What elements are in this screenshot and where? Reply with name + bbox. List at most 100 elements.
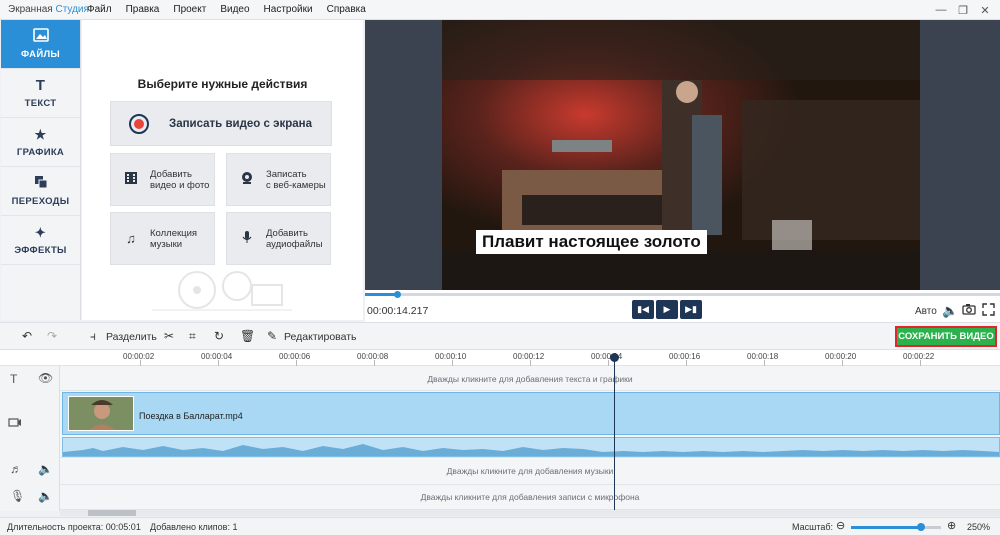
zoom-in-icon[interactable]: ⊕ [947,519,956,532]
close-icon[interactable]: ✕ [974,4,996,17]
zoom-value: 250% [967,522,991,532]
text-lane[interactable]: Дважды кликните для добавления текста и … [60,366,1000,391]
add-video-label: Добавить видео и фото [150,168,210,191]
webcam-icon [236,171,258,188]
zoom-slider[interactable] [851,523,941,531]
camera-icon[interactable] [962,303,976,318]
app-title: Экранная Студия [0,4,89,15]
zoom-out-icon[interactable]: ⊖ [836,519,845,532]
film-reel-decoration-icon [152,271,292,311]
project-duration: Длительность проекта: 00:05:01 [7,522,141,532]
time-ruler[interactable]: 00:00:02 00:00:04 00:00:06 00:00:08 00:0… [0,350,1000,366]
rotate-icon[interactable]: ↻ [214,329,224,343]
menu-video[interactable]: Видео [213,4,256,15]
cut-icon[interactable]: ✂ [164,329,174,343]
delete-icon[interactable]: 🗑 [240,329,255,343]
quality-selector[interactable]: Авто [915,306,937,317]
transitions-icon [34,175,48,192]
app-title-main: Экранная [8,4,56,15]
play-button[interactable]: ▶ [656,300,678,319]
music-collection-label: Коллекция музыки [150,227,198,250]
menu-settings[interactable]: Настройки [257,4,320,15]
sidebar-item-label: ПЕРЕХОДЫ [11,196,70,207]
edit-icon[interactable]: ✎ [267,329,277,343]
ruler-tick-label: 00:00:08 [357,352,389,361]
record-webcam-button[interactable]: Записать с веб-камеры [226,153,331,206]
sidebar-item-graphics[interactable]: ★ ГРАФИКА [1,118,80,167]
text-lane-hint: Дважды кликните для добавления текста и … [427,374,633,384]
sidebar-item-label: ФАЙЛЫ [20,49,61,60]
progress-track[interactable] [365,293,1000,296]
window-controls: — ❐ ✕ [930,0,996,20]
redo-icon[interactable]: ↷ [47,329,57,343]
text-track-icon: T [10,372,18,386]
ruler-tick-label: 00:00:20 [825,352,857,361]
add-audio-button[interactable]: Добавить аудиофайлы [226,212,331,265]
fullscreen-icon[interactable] [982,303,995,319]
status-bar: Длительность проекта: 00:05:01 Добавлено… [0,517,1000,535]
music-list-icon: ♫ [126,231,136,246]
title-bar: Экранная Студия Файл Правка Проект Видео… [0,0,1000,20]
track-headers: T 👁 ♬ 🔈 🎙 🔈 [0,366,60,511]
video-clip[interactable]: Поездка в Балларат.mp4 [62,392,1000,435]
playhead[interactable] [614,355,615,511]
progress-fill [365,293,397,296]
star-icon: ★ [34,126,47,142]
previous-frame-button[interactable]: ▮◀ [632,300,654,319]
clip-thumbnail [68,396,134,431]
sidebar: ФАЙЛЫ T ТЕКСТ ★ ГРАФИКА ПЕРЕХОДЫ ✦ ЭФФЕК… [1,20,81,320]
image-icon [32,28,49,45]
audio-waveform[interactable] [62,437,1000,457]
timeline-scrollbar[interactable] [60,510,1000,516]
next-frame-button[interactable]: ▶▮ [680,300,702,319]
progress-handle[interactable] [394,291,401,298]
video-frame[interactable]: Плавит настоящее золото [442,20,920,290]
sidebar-item-label: ГРАФИКА [16,146,65,158]
ruler-tick-label: 00:00:10 [435,352,467,361]
restore-icon[interactable]: ❐ [952,4,974,17]
undo-icon[interactable]: ↶ [22,329,32,343]
add-audio-label: Добавить аудиофайлы [266,227,323,250]
sidebar-item-text[interactable]: T ТЕКСТ [1,69,80,118]
menu-project[interactable]: Проект [166,4,213,15]
split-icon[interactable]: ⫞ [90,329,96,344]
actions-panel: Выберите нужные действия Записать видео … [82,20,363,320]
microphone-icon [236,230,258,247]
record-screen-button[interactable]: Записать видео с экрана [110,101,332,146]
record-icon [129,113,149,134]
music-note-icon: ♬ [10,462,22,476]
menu-help[interactable]: Справка [320,4,373,15]
video-subtitle: Плавит настоящее золото [476,230,707,254]
sidebar-item-label: ТЕКСТ [24,98,57,109]
music-lane[interactable]: Дважды кликните для добавления музыки [60,458,1000,485]
sidebar-item-files[interactable]: ФАЙЛЫ [1,20,80,69]
sidebar-item-effects[interactable]: ✦ ЭФФЕКТЫ [1,216,80,265]
sidebar-item-transitions[interactable]: ПЕРЕХОДЫ [1,167,80,216]
music-volume-icon[interactable]: 🔈 [38,462,53,476]
clips-count: Добавлено клипов: 1 [150,522,238,532]
edit-button[interactable]: Редактировать [284,331,357,343]
mic-track-icon: 🎙 [10,489,26,503]
minimize-icon[interactable]: — [930,4,952,16]
music-collection-button[interactable]: ♫ Коллекция музыки [110,212,215,265]
menu-bar: Файл Правка Проект Видео Настройки Справ… [80,4,373,15]
split-button[interactable]: Разделить [106,331,157,343]
ruler-tick-label: 00:00:18 [747,352,779,361]
zoom-fill [851,526,922,529]
timeline-toolbar: ↶ ↷ ⫞ Разделить ✂ ⌗ ↻ 🗑 ✎ Редактировать … [0,322,1000,350]
zoom-handle[interactable] [917,523,926,531]
save-video-button[interactable]: СОХРАНИТЬ ВИДЕО [895,326,997,347]
video-track-icon [8,416,22,431]
add-video-button[interactable]: Добавить видео и фото [110,153,215,206]
mic-volume-icon[interactable]: 🔈 [38,489,53,503]
volume-icon[interactable]: 🔈 [942,303,958,319]
timeline-scroll-thumb[interactable] [88,510,136,516]
crop-icon[interactable]: ⌗ [189,329,196,344]
player-controls: 00:00:14.217 ▮◀ ▶ ▶▮ Авто 🔈 [365,290,1000,322]
menu-edit[interactable]: Правка [119,4,167,15]
playhead-handle[interactable] [610,353,619,362]
eye-icon[interactable]: 👁 [38,371,53,385]
menu-file[interactable]: Файл [80,4,119,15]
mic-lane[interactable]: Дважды кликните для добавления записи с … [60,485,1000,510]
ruler-tick-label: 00:00:22 [903,352,935,361]
